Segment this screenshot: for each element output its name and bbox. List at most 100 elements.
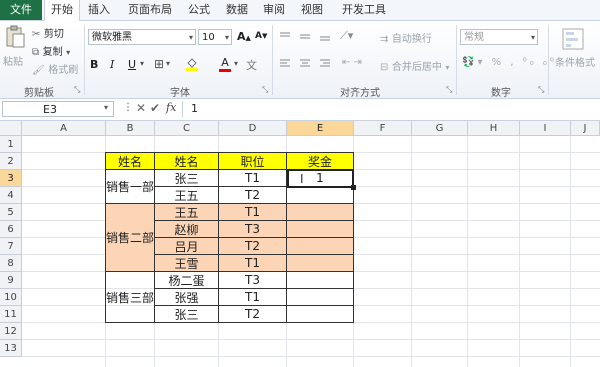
position-cell[interactable]: T1 [219,255,287,272]
indent-icons[interactable]: ⇤ ⇥ [342,57,362,68]
table-header-cell[interactable]: 姓名 [155,152,219,170]
fill-handle[interactable] [351,185,356,190]
position-cell[interactable]: T3 [219,221,287,238]
row-header[interactable]: 7 [0,238,22,255]
table-header-cell[interactable]: 职位 [219,152,287,170]
bonus-cell[interactable] [287,221,354,238]
column-header[interactable]: E [287,121,354,136]
fill-color-button[interactable] [185,57,199,71]
row-header[interactable]: 12 [0,323,22,340]
table-header-cell[interactable]: 奖金 [287,152,354,170]
column-header[interactable]: G [412,121,468,136]
column-header[interactable]: D [219,121,287,136]
vertical-align-icons[interactable] [280,31,340,41]
italic-button[interactable]: I [110,58,114,71]
bonus-cell[interactable] [287,238,354,255]
tab-view[interactable]: 视图 [297,0,327,20]
position-cell[interactable]: T1 [219,204,287,221]
dialog-launcher-icon[interactable]: ⤡ [446,85,452,95]
position-cell[interactable]: T1 [219,170,287,187]
copy-button[interactable]: ⧉ 复制 ▾ [32,43,82,58]
chevron-down-icon[interactable]: ▾ [234,59,238,68]
column-header[interactable]: I [520,121,571,136]
format-painter-button[interactable]: 🖌 格式刷 [32,61,82,76]
font-color-button[interactable]: A [218,56,232,72]
file-tab[interactable]: 文件 [0,0,42,20]
phonetic-icon[interactable]: 文 [246,57,257,73]
row-header[interactable]: 11 [0,306,22,323]
position-cell[interactable]: T2 [219,187,287,204]
paste-button[interactable] [4,25,26,49]
column-header[interactable]: B [106,121,155,136]
dialog-launcher-icon[interactable]: ⤡ [262,85,268,95]
tab-formulas[interactable]: 公式 [184,0,214,20]
dept-cell[interactable]: 销售二部 [105,204,155,272]
bonus-cell[interactable] [287,272,354,289]
position-cell[interactable]: T1 [219,289,287,306]
row-header[interactable]: 2 [0,153,22,170]
tab-developer[interactable]: 开发工具 [336,0,392,20]
row-header[interactable]: 13 [0,340,22,357]
row-header[interactable]: 6 [0,221,22,238]
table-header-cell[interactable]: 姓名 [105,152,155,170]
orientation-icon[interactable]: ⟋▾ [340,29,353,43]
bonus-cell[interactable] [287,204,354,221]
select-all-corner[interactable] [0,121,22,136]
conditional-format-button[interactable] [560,27,586,51]
number-format-icons[interactable]: 💱▾ % , ⁰₀ ₀⁰ [462,57,557,68]
name-cell[interactable]: 杨二蛋 [155,272,219,289]
bonus-cell[interactable] [287,306,354,323]
tab-home[interactable]: 开始 [44,0,80,21]
number-format-combo[interactable]: 常规 ▾ [460,29,538,45]
name-cell[interactable]: 赵柳 [155,221,219,238]
chevron-down-icon[interactable]: ▾ [166,59,170,68]
chevron-down-icon[interactable]: ▾ [140,59,144,68]
border-icon[interactable]: ⊞ [154,57,164,71]
dept-cell[interactable]: 销售一部 [105,170,155,204]
position-cell[interactable]: T2 [219,238,287,255]
name-cell[interactable]: 张强 [155,289,219,306]
dialog-launcher-icon[interactable]: ⤡ [74,85,80,95]
row-header[interactable]: 8 [0,255,22,272]
row-header[interactable]: 4 [0,187,22,204]
tab-page-layout[interactable]: 页面布局 [122,0,178,20]
column-header[interactable]: C [155,121,219,136]
formula-input[interactable]: 1 [182,101,600,117]
bold-button[interactable]: B [90,58,98,71]
horizontal-align-icons[interactable] [280,58,340,68]
dialog-launcher-icon[interactable]: ⤡ [538,85,544,95]
bonus-cell[interactable] [287,255,354,272]
name-cell[interactable]: 王雪 [155,255,219,272]
font-size-combo[interactable]: 10 ▾ [198,29,232,45]
shrink-font-button[interactable]: A▼ [255,31,267,41]
tab-review[interactable]: 审阅 [259,0,289,20]
column-header[interactable]: J [571,121,600,136]
tab-data[interactable]: 数据 [222,0,252,20]
tab-insert[interactable]: 插入 [82,0,116,20]
merge-center-button[interactable]: ⊟ 合并后居中 ▾ [380,58,449,73]
row-header[interactable]: 3 [0,170,22,187]
insert-function-icon[interactable]: fx [166,101,176,114]
row-header[interactable]: 9 [0,272,22,289]
name-cell[interactable]: 张三 [155,170,219,187]
name-cell[interactable]: 吕月 [155,238,219,255]
position-cell[interactable]: T2 [219,306,287,323]
position-cell[interactable]: T3 [219,272,287,289]
cancel-icon[interactable]: ✕ [136,101,146,115]
row-header[interactable]: 5 [0,204,22,221]
chevron-down-icon[interactable]: ▾ [104,103,108,112]
row-header[interactable]: 1 [0,136,22,153]
worksheet-grid[interactable]: ABCDEFGHIJ 1 2 3 4 5 6 7 8 9 10 11 12 13 姓名 姓名 职位 奖金 销售一… [0,121,600,367]
expand-dots-icon[interactable]: ⋮ [123,102,133,113]
name-cell[interactable]: 王五 [155,187,219,204]
wrap-text-button[interactable]: ⇉ 自动换行 [380,30,432,45]
column-header[interactable]: A [22,121,106,136]
font-name-combo[interactable]: 微软雅黑 ▾ [88,29,196,45]
column-header[interactable]: H [468,121,520,136]
bonus-cell[interactable] [287,289,354,306]
name-cell[interactable]: 王五 [155,204,219,221]
name-cell[interactable]: 张三 [155,306,219,323]
row-header[interactable]: 10 [0,289,22,306]
underline-button[interactable]: U [128,58,136,71]
column-header[interactable]: F [354,121,412,136]
